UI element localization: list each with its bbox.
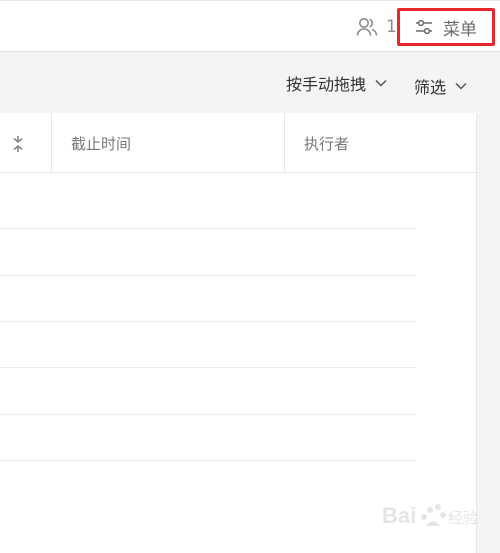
sort-label: 按手动拖拽 [286, 75, 367, 94]
baidu-watermark-logo: Bai 经验 [382, 503, 478, 528]
column-divider [51, 113, 52, 173]
sort-dropdown[interactable]: 按手动拖拽 [286, 71, 387, 95]
task-table: 截止时间 执行者 [0, 113, 477, 553]
table-row[interactable] [0, 228, 416, 229]
column-header-assignee[interactable]: 执行者 [304, 133, 349, 154]
menu-button[interactable]: 菜单 [397, 8, 495, 46]
svg-text:Bai: Bai [382, 503, 416, 528]
chevron-down-icon [455, 82, 467, 90]
members-button[interactable]: 1 [356, 16, 397, 38]
table-row[interactable] [0, 414, 416, 415]
table-header: 截止时间 执行者 [0, 113, 476, 173]
chevron-down-icon [375, 79, 387, 87]
collapse-icon[interactable] [12, 135, 24, 153]
column-header-deadline[interactable]: 截止时间 [71, 133, 131, 154]
table-row[interactable] [0, 275, 416, 276]
table-row[interactable] [0, 321, 416, 322]
member-count: 1 [386, 17, 397, 37]
column-divider [284, 113, 285, 173]
sliders-icon [416, 19, 432, 35]
table-row[interactable] [0, 460, 416, 461]
svg-text:经验: 经验 [448, 509, 478, 527]
table-row[interactable] [0, 367, 416, 368]
menu-label: 菜单 [443, 19, 477, 40]
top-bar: 1 菜单 [0, 0, 500, 52]
toolbar: 按手动拖拽 筛选 [0, 52, 500, 112]
filter-label: 筛选 [414, 78, 447, 97]
filter-dropdown[interactable]: 筛选 [414, 74, 467, 98]
users-icon [356, 18, 378, 36]
